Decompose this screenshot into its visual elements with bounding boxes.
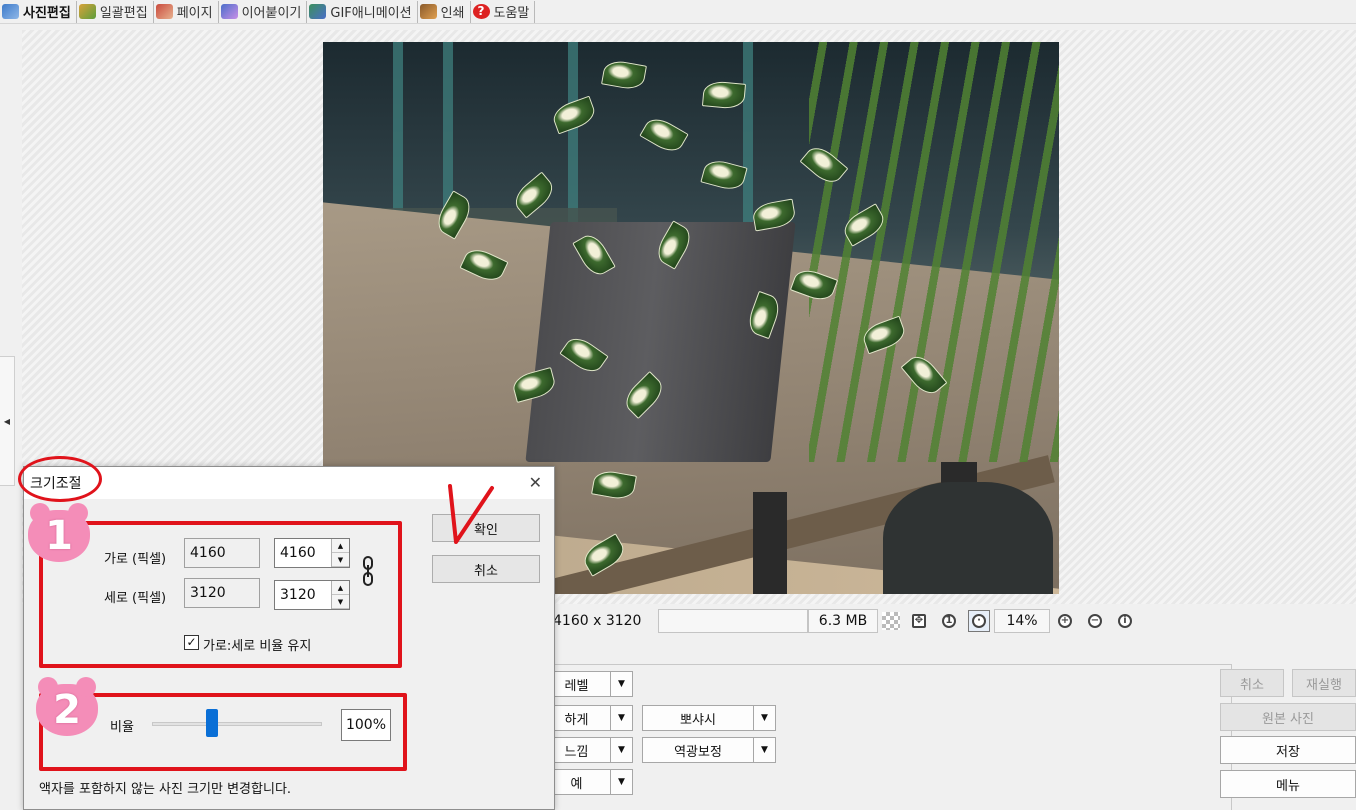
- zoom-level: 14%: [994, 609, 1050, 633]
- backlight-dropdown[interactable]: 역광보정 ▼: [642, 737, 776, 763]
- redo-button[interactable]: 재실행: [1292, 669, 1356, 697]
- status-blank-field: [658, 609, 808, 633]
- photo-edit-icon: [2, 4, 19, 19]
- annotation-check-mark: [448, 484, 494, 544]
- transparency-grid-icon[interactable]: [882, 612, 900, 630]
- dropdown-arrow-icon: ▼: [753, 738, 775, 762]
- annotation-badge-1: 1: [28, 503, 90, 562]
- help-icon: ?: [472, 4, 490, 19]
- tab-page[interactable]: 페이지: [154, 0, 219, 23]
- dialog-note: 액자를 포함하지 않는 사진 크기만 변경합니다.: [39, 782, 292, 797]
- save-button[interactable]: 저장: [1220, 736, 1356, 764]
- tab-label: 일괄편집: [99, 6, 148, 21]
- dropdown-arrow-icon: ▼: [610, 770, 632, 794]
- tab-gif-animation[interactable]: GIF애니메이션: [307, 0, 418, 23]
- extra-dropdown[interactable]: 예 ▼: [542, 769, 633, 795]
- page-icon: [155, 4, 173, 19]
- original-photo-button[interactable]: 원본 사진: [1220, 703, 1356, 731]
- tab-label: 페이지: [176, 6, 213, 21]
- dropdown-arrow-icon: ▼: [753, 706, 775, 730]
- tab-label: 이어붙이기: [241, 6, 302, 21]
- zoom-in-icon[interactable]: +: [1054, 610, 1076, 632]
- zoom-out-icon[interactable]: −: [1084, 610, 1106, 632]
- arrow-left-icon: ◀: [3, 416, 11, 426]
- tab-photo-edit[interactable]: 사진편집: [0, 0, 77, 23]
- dropdown-arrow-icon: ▼: [610, 706, 632, 730]
- cancel-button[interactable]: 취소: [432, 555, 540, 583]
- dropdown-arrow-icon: ▼: [610, 738, 632, 762]
- effect-dropdown[interactable]: 하게 ▼: [542, 705, 633, 731]
- zoom-actual-icon[interactable]: 1: [938, 610, 960, 632]
- panel-collapse-handle[interactable]: ◀: [0, 356, 15, 486]
- gif-animation-icon: [309, 4, 327, 19]
- zoom-fit-icon[interactable]: ·: [968, 610, 990, 632]
- menu-button[interactable]: 메뉴: [1220, 770, 1356, 798]
- tab-batch-edit[interactable]: 일괄편집: [77, 0, 154, 23]
- join-icon: [220, 4, 238, 19]
- tab-label: 인쇄: [440, 6, 465, 21]
- tab-print[interactable]: 인쇄: [418, 0, 471, 23]
- mood-dropdown[interactable]: 느낌 ▼: [542, 737, 633, 763]
- tab-label: GIF애니메이션: [330, 6, 412, 21]
- image-dimensions: 4160 x 3120: [553, 613, 642, 629]
- annotation-badge-2: 2: [36, 677, 98, 736]
- print-icon: [419, 4, 437, 19]
- tab-join[interactable]: 이어붙이기: [219, 0, 308, 23]
- status-bar: 4160 x 3120 6.3 MB ✥ 1 · 14% + − i: [553, 609, 1140, 633]
- annotation-box-1: [39, 521, 402, 668]
- close-icon[interactable]: ✕: [529, 473, 542, 492]
- dropdown-arrow-icon: ▼: [610, 672, 632, 696]
- tab-label: 도움말: [493, 6, 530, 21]
- fit-screen-icon[interactable]: ✥: [908, 610, 930, 632]
- tab-bar: 사진편집 일괄편집 페이지 이어붙이기 GIF애니메이션 인쇄 ? 도움말: [0, 0, 1356, 24]
- soft-focus-dropdown[interactable]: 뽀샤시 ▼: [642, 705, 776, 731]
- photo-palm: [809, 42, 1059, 462]
- file-size: 6.3 MB: [808, 609, 878, 633]
- tab-label: 사진편집: [23, 6, 71, 21]
- annotation-title-ellipse: [18, 456, 102, 502]
- undo-button[interactable]: 취소: [1220, 669, 1284, 697]
- tab-help[interactable]: ? 도움말: [471, 0, 536, 23]
- info-icon[interactable]: i: [1114, 610, 1136, 632]
- level-dropdown[interactable]: 레벨 ▼: [542, 671, 633, 697]
- batch-edit-icon: [78, 4, 96, 19]
